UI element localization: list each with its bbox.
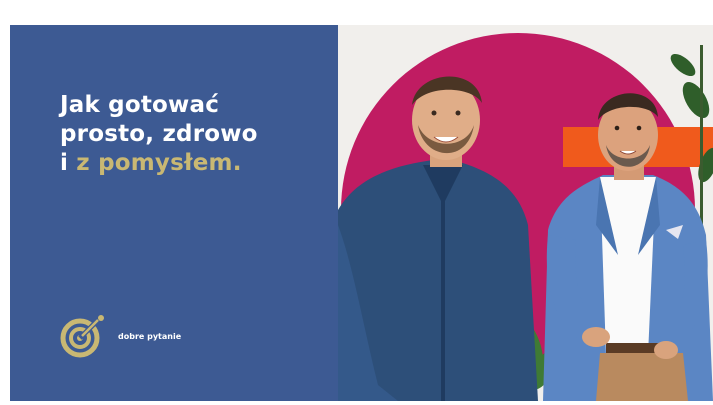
hero-photo xyxy=(338,25,713,401)
target-logo-icon xyxy=(60,315,104,358)
text-panel: Jak gotować prosto, zdrowo i z pomysłem.… xyxy=(10,25,338,401)
brand-logo[interactable]: dobre pytanie xyxy=(60,312,181,360)
headline: Jak gotować prosto, zdrowo i z pomysłem. xyxy=(60,91,258,178)
headline-line-1: Jak gotować xyxy=(60,92,220,118)
brand-name: dobre pytanie xyxy=(118,331,182,341)
headline-line-3-prefix: i xyxy=(60,150,77,176)
ad-banner[interactable]: Jak gotować prosto, zdrowo i z pomysłem.… xyxy=(10,25,713,401)
headline-line-2: prosto, zdrowo xyxy=(60,121,258,147)
photo-illustration xyxy=(338,25,713,401)
headline-accent: z pomysłem. xyxy=(76,150,242,176)
headline-line-3: i z pomysłem. xyxy=(60,149,258,178)
